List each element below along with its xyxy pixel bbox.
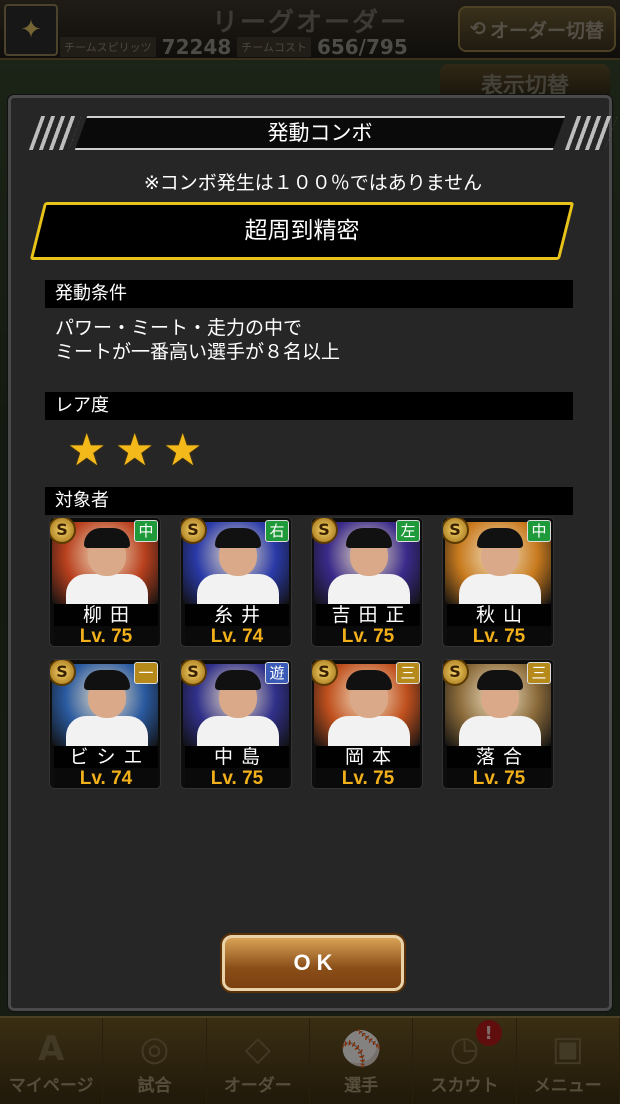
condition-line-2: ミートが一番高い選手が８名以上 [55, 341, 341, 363]
player-name: 秋山 [447, 604, 551, 626]
cap-shape [215, 670, 261, 690]
targets-heading: 対象者 [45, 487, 573, 515]
player-level: Lv. 74 [185, 626, 289, 646]
player-card[interactable]: S 遊中島 Lv. 75 [180, 659, 292, 789]
position-badge: 三 [396, 662, 420, 684]
position-badge: 中 [134, 520, 158, 542]
player-name: 岡本 [316, 746, 420, 768]
title-stripes-right [564, 116, 618, 150]
player-level: Lv. 74 [54, 768, 158, 788]
player-level: Lv. 75 [54, 626, 158, 646]
player-level: Lv. 75 [316, 768, 420, 788]
condition-line-1: パワー・ミート・走力の中で [55, 317, 303, 339]
uniform-shape [66, 574, 148, 604]
position-badge: 右 [265, 520, 289, 542]
player-level: Lv. 75 [185, 768, 289, 788]
player-card[interactable]: S一ビシエドLv. 74 [49, 659, 161, 789]
position-badge: 遊 [265, 662, 289, 684]
uniform-shape [197, 574, 279, 604]
cap-shape [84, 670, 130, 690]
player-level: Lv. 75 [447, 768, 551, 788]
player-name: ビシエド [54, 746, 158, 788]
condition-heading: 発動条件 [45, 280, 573, 308]
player-name: 柳田 [54, 604, 158, 626]
player-name: 落合 [447, 746, 551, 768]
player-card[interactable]: S 三岡本 Lv. 75 [311, 659, 423, 789]
uniform-shape [197, 716, 279, 746]
uniform-shape [459, 716, 541, 746]
cap-shape [477, 670, 523, 690]
player-card[interactable]: S 右糸井 Lv. 74 [180, 517, 292, 647]
position-badge: 左 [396, 520, 420, 542]
combo-notice: ※コンボ発生は１００％ではありません [143, 172, 483, 194]
title-stripes-left [28, 116, 82, 150]
player-level: Lv. 75 [316, 626, 420, 646]
cap-shape [215, 528, 261, 548]
position-badge: 三 [527, 662, 551, 684]
cap-shape [84, 528, 130, 548]
player-card[interactable]: S 中秋山 Lv. 75 [442, 517, 554, 647]
player-card[interactable]: S 中柳田 Lv. 75 [49, 517, 161, 647]
condition-text: パワー・ミート・走力の中で ミートが一番高い選手が８名以上 [55, 316, 575, 364]
cap-shape [346, 528, 392, 548]
position-badge: 中 [527, 520, 551, 542]
combo-name: 超周到精密 [244, 218, 360, 244]
ok-button[interactable]: OK [222, 935, 404, 991]
uniform-shape [328, 574, 410, 604]
modal-title: 発動コンボ [267, 121, 373, 145]
uniform-shape [328, 716, 410, 746]
cap-shape [477, 528, 523, 548]
rarity-stars: ★ ★ ★ [67, 425, 205, 476]
player-name: 糸井 [185, 604, 289, 626]
combo-modal: 発動コンボ ※コンボ発生は１００％ではありません 超周到精密 発動条件 パワー・… [8, 95, 618, 1011]
player-name: 中島 [185, 746, 289, 768]
player-card[interactable]: S 左吉田正 Lv. 75 [311, 517, 423, 647]
position-badge: 一 [134, 662, 158, 684]
uniform-shape [459, 574, 541, 604]
player-name: 吉田正 [316, 604, 420, 626]
cap-shape [346, 670, 392, 690]
rarity-heading: レア度 [45, 392, 573, 420]
star-icon: ★ [115, 425, 155, 476]
star-icon: ★ [67, 425, 107, 476]
uniform-shape [66, 716, 148, 746]
player-card[interactable]: S 三落合 Lv. 75 [442, 659, 554, 789]
star-icon: ★ [163, 425, 203, 476]
player-level: Lv. 75 [447, 626, 551, 646]
